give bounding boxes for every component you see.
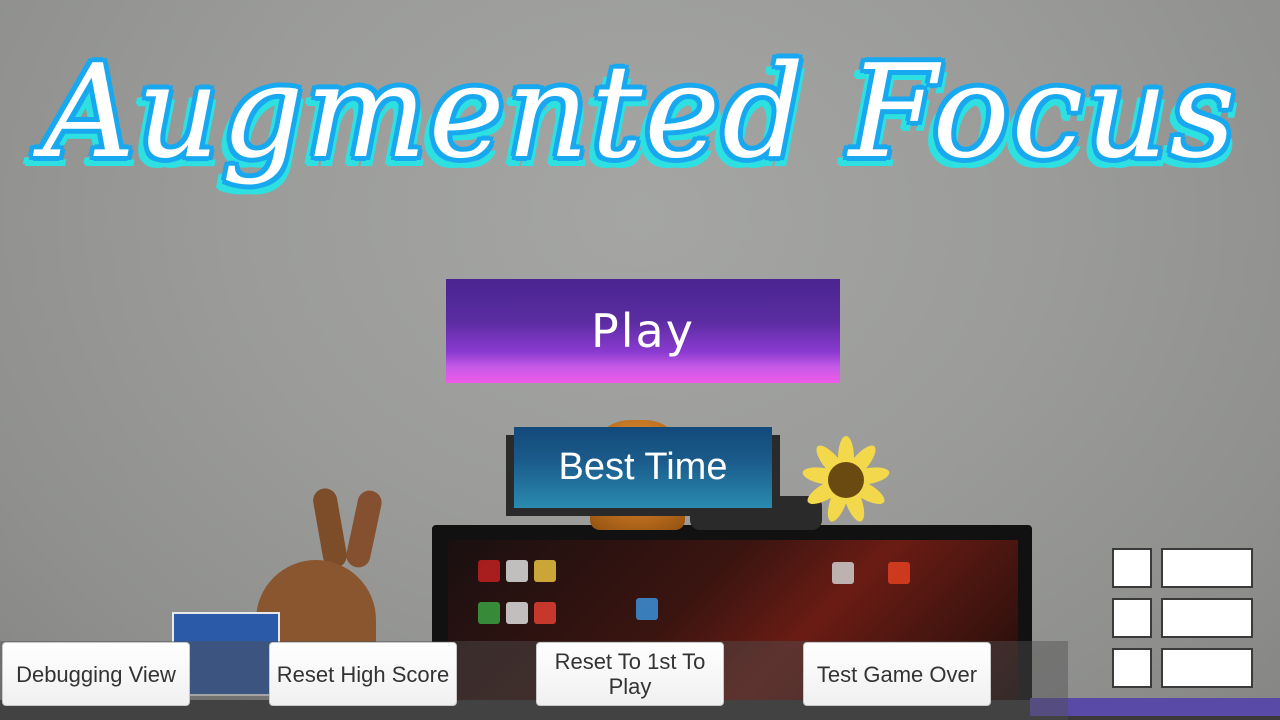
background-desktop-icon: [636, 598, 658, 620]
background-desktop-icon: [506, 602, 528, 624]
play-button[interactable]: Play: [446, 279, 840, 383]
test-game-over-button[interactable]: Test Game Over: [803, 642, 991, 706]
background-flower-center: [828, 462, 864, 498]
debug-indicator-bar: [1161, 648, 1253, 688]
background-rabbit-ear: [311, 486, 349, 570]
background-desktop-icon: [832, 562, 854, 584]
background-desktop-icon: [534, 560, 556, 582]
debug-indicator-bar: [1161, 548, 1253, 588]
reset-high-score-button[interactable]: Reset High Score: [269, 642, 457, 706]
best-time-button[interactable]: Best Time: [514, 427, 772, 508]
debug-indicator-square: [1112, 598, 1152, 638]
debug-indicator-square: [1112, 548, 1152, 588]
background-desktop-icon: [506, 560, 528, 582]
background-desktop-icon: [478, 560, 500, 582]
debug-indicator-bar: [1161, 598, 1253, 638]
background-desktop-icon: [534, 602, 556, 624]
background-rabbit-ear: [344, 488, 384, 570]
game-title: Augmented Focus: [42, 38, 1238, 187]
debugging-view-button[interactable]: Debugging View: [2, 642, 190, 706]
background-desktop-icon: [478, 602, 500, 624]
debug-indicator-square: [1112, 648, 1152, 688]
background-desktop-icon: [888, 562, 910, 584]
reset-first-to-play-button[interactable]: Reset To 1st To Play: [536, 642, 724, 706]
